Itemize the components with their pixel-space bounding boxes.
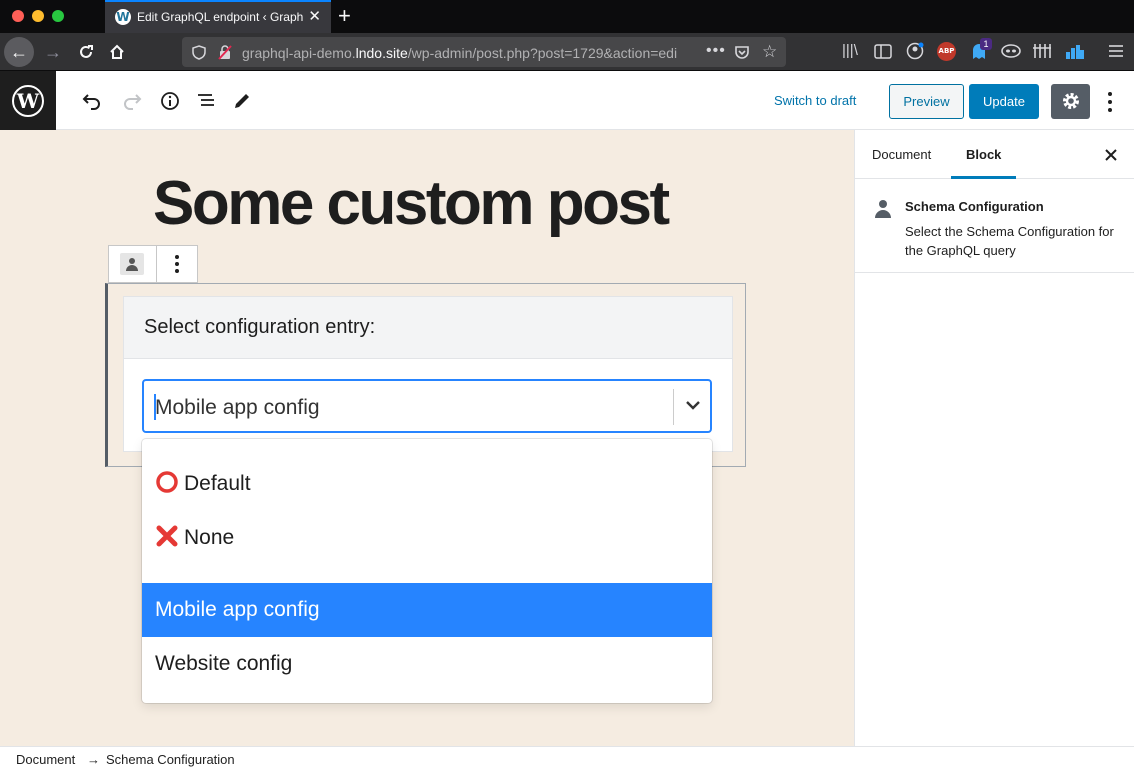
sidebar-toggle-icon[interactable] <box>874 44 892 59</box>
wordpress-favicon-icon: W <box>115 9 131 25</box>
post-title[interactable]: Some custom post <box>153 168 670 239</box>
url-prefix: graphql-api-demo. <box>242 45 356 61</box>
url-domain: lndo.site <box>355 45 408 61</box>
tab-block[interactable]: Block <box>951 130 1017 179</box>
browser-tab[interactable]: W Edit GraphQL endpoint ‹ Graph ✕ <box>105 0 331 33</box>
block-card-title: Schema Configuration <box>905 199 1044 214</box>
browser-tab-title: Edit GraphQL endpoint ‹ Graph <box>137 10 304 24</box>
extension-grid-icon[interactable] <box>1033 43 1051 59</box>
window-maximize-button[interactable] <box>52 10 64 22</box>
breadcrumb-separator: → <box>87 752 100 767</box>
breadcrumb: Document → Schema Configuration <box>0 746 1134 770</box>
block-more-options-button[interactable] <box>157 246 197 282</box>
wordpress-logo-icon: W <box>12 85 44 117</box>
configuration-dropdown-menu: Default None Mobile app config Website c… <box>142 439 712 703</box>
window-minimize-button[interactable] <box>32 10 44 22</box>
adblock-label: ABP <box>938 47 955 55</box>
block-user-icon <box>120 253 144 275</box>
block-card-description: Select the Schema Configuration for the … <box>905 224 1114 258</box>
option-label: None <box>184 526 235 549</box>
option-default[interactable]: Default <box>142 455 712 509</box>
editor-header: W Switch to draft Preview Update <box>0 71 1134 130</box>
extension-badge: 1 <box>980 38 992 50</box>
url-bar[interactable]: graphql-api-demo.lndo.site/wp-admin/post… <box>182 37 786 67</box>
browser-nav-bar: ← → graphql-api-demo.lndo.site/wp-admin/… <box>0 33 1134 71</box>
vertical-dots-icon <box>175 255 179 273</box>
library-icon[interactable]: |||\ <box>842 42 858 59</box>
preview-button[interactable]: Preview <box>889 84 964 119</box>
reload-icon[interactable] <box>77 43 95 61</box>
configuration-select[interactable]: Mobile app config <box>142 379 712 433</box>
bookmark-star-icon[interactable]: ☆ <box>762 42 777 62</box>
block-panel-header: Select configuration entry: <box>124 297 732 359</box>
hamburger-menu-icon[interactable] <box>1109 44 1123 58</box>
shield-icon[interactable] <box>192 45 206 60</box>
extension-bars-icon[interactable] <box>1066 43 1084 59</box>
page-actions-icon[interactable]: ••• <box>706 42 726 60</box>
url-text: graphql-api-demo.lndo.site/wp-admin/post… <box>242 45 702 61</box>
close-tab-icon[interactable]: ✕ <box>308 7 321 25</box>
block-card: Schema Configuration Select the Schema C… <box>855 179 1134 273</box>
close-sidebar-icon[interactable] <box>1105 149 1117 161</box>
option-website-config[interactable]: Website config <box>142 637 712 691</box>
extension-mask-icon[interactable] <box>1001 43 1021 59</box>
select-value: Mobile app config <box>155 396 320 419</box>
edit-pencil-icon[interactable] <box>232 91 252 111</box>
insecure-lock-icon[interactable] <box>218 45 232 60</box>
option-label: Default <box>184 472 251 495</box>
block-type-button[interactable] <box>109 246 157 282</box>
redo-icon[interactable] <box>122 91 142 111</box>
sidebar-tabs: Document Block <box>855 130 1134 179</box>
more-options-icon[interactable] <box>1106 91 1114 113</box>
back-button[interactable]: ← <box>4 37 34 67</box>
option-none[interactable]: None <box>142 509 712 563</box>
breadcrumb-item-schema-configuration[interactable]: Schema Configuration <box>106 752 235 767</box>
red-cross-mark-icon <box>156 525 178 547</box>
tab-document[interactable]: Document <box>857 130 946 179</box>
account-icon[interactable] <box>906 42 924 60</box>
adblock-plus-icon[interactable]: ABP <box>937 42 956 61</box>
home-icon[interactable] <box>108 43 126 61</box>
window-close-button[interactable] <box>12 10 24 22</box>
breadcrumb-item-document[interactable]: Document <box>16 752 75 767</box>
option-label: Mobile app config <box>155 598 320 621</box>
wordpress-logo-button[interactable]: W <box>0 71 56 130</box>
update-button[interactable]: Update <box>969 84 1039 119</box>
url-path: /wp-admin/post.php?post=1729&action=edi <box>407 45 678 61</box>
forward-button[interactable]: → <box>44 43 62 61</box>
block-panel-title: Select configuration entry: <box>144 316 376 338</box>
chevron-down-icon[interactable] <box>675 381 711 431</box>
settings-sidebar: Document Block Schema Configuration Sele… <box>854 130 1134 746</box>
hollow-red-circle-icon <box>156 471 178 493</box>
gear-icon <box>1062 93 1079 109</box>
browser-tab-bar: W Edit GraphQL endpoint ‹ Graph ✕ + <box>0 0 1134 33</box>
option-mobile-app-config[interactable]: Mobile app config <box>142 583 712 637</box>
info-icon[interactable] <box>160 91 180 111</box>
block-toolbar <box>108 245 198 283</box>
switch-to-draft-button[interactable]: Switch to draft <box>766 85 864 117</box>
pocket-icon[interactable] <box>734 44 750 60</box>
user-icon <box>875 200 891 218</box>
select-separator <box>673 389 674 425</box>
new-tab-button[interactable]: + <box>338 3 351 29</box>
block-navigation-icon[interactable] <box>196 92 216 110</box>
undo-icon[interactable] <box>82 91 102 111</box>
settings-gear-button[interactable] <box>1051 84 1090 119</box>
option-label: Website config <box>155 652 293 675</box>
